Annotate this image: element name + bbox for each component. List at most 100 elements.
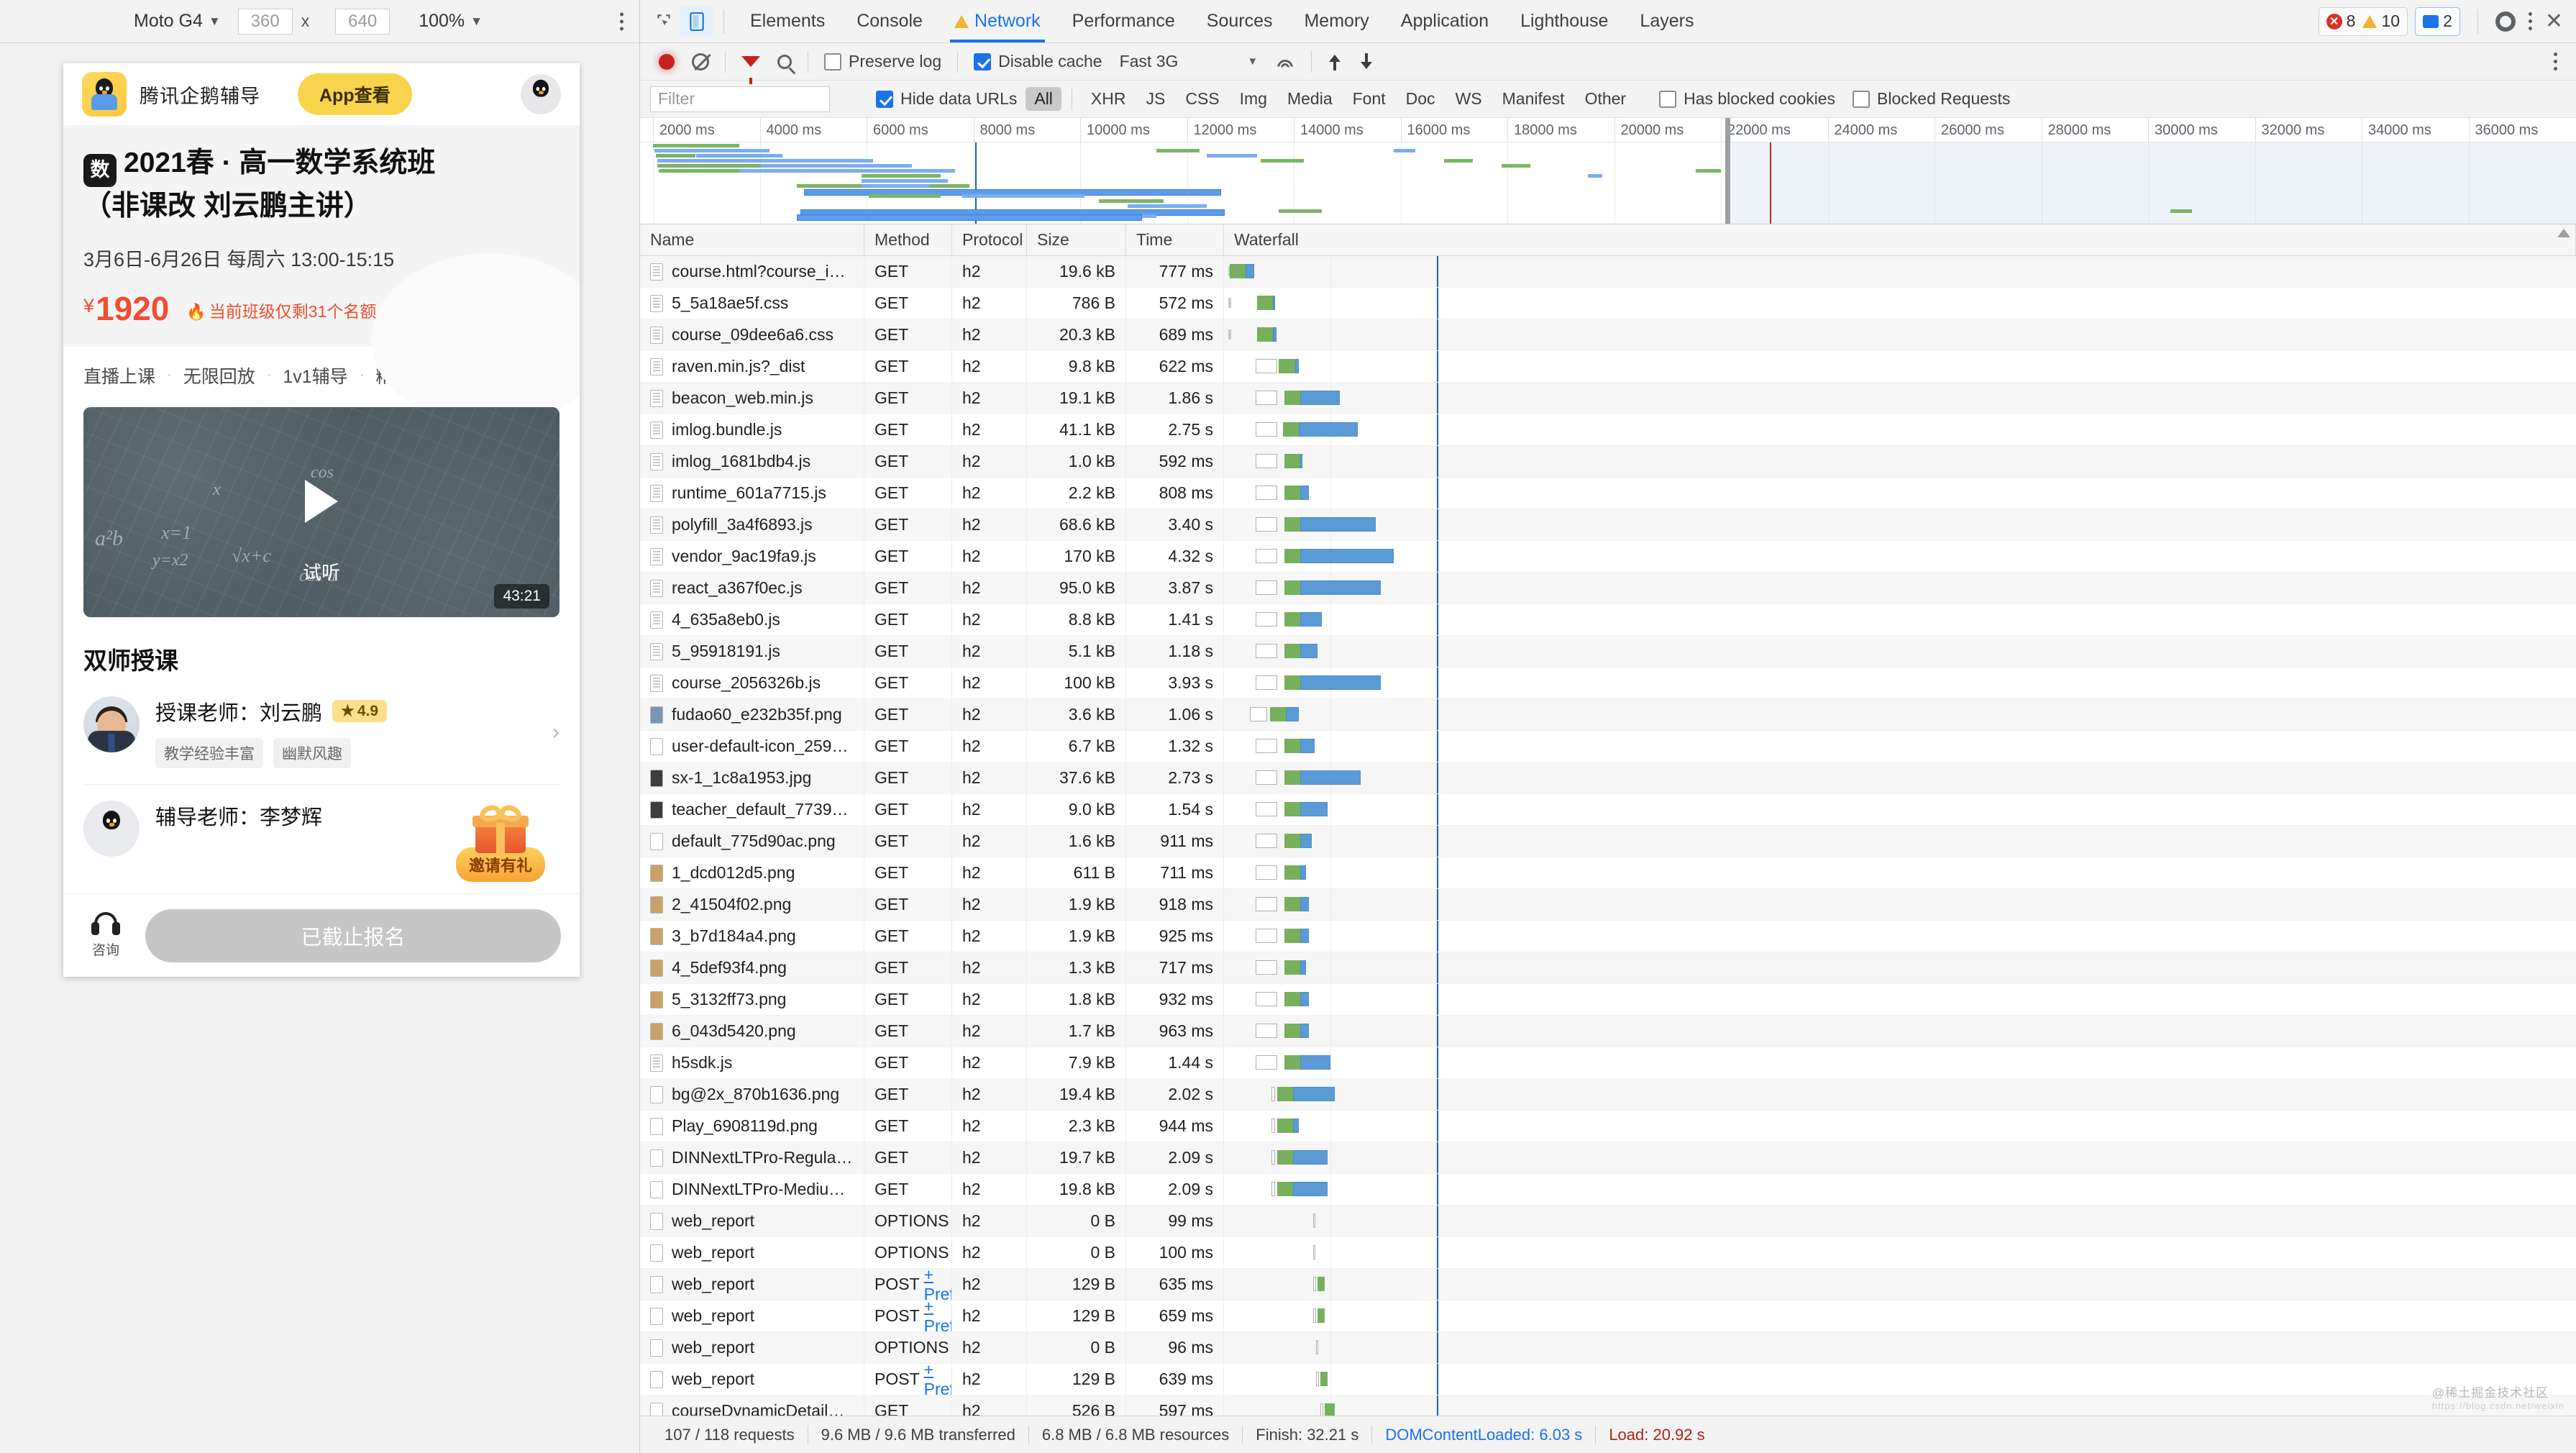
video-preview[interactable]: a²b x=1 y=x2 √x+c cos cos²a x 试听 43:21 (83, 406, 559, 617)
table-row[interactable]: vendor_9ac19fa9.js GET h2 170 kB 4.32 s (640, 541, 2576, 573)
message-counter[interactable]: 2 (2415, 6, 2460, 36)
column-header-name[interactable]: Name (640, 224, 864, 255)
has-blocked-cookies-checkbox[interactable]: Has blocked cookies (1650, 89, 1844, 109)
table-row[interactable]: 4_5def93f4.png GET h2 1.3 kB 717 ms (640, 952, 2576, 984)
filter-type-other[interactable]: Other (1576, 87, 1635, 111)
filter-type-doc[interactable]: Doc (1397, 87, 1444, 111)
table-row[interactable]: bg@2x_870b1636.png GET h2 19.4 kB 2.02 s (640, 1079, 2576, 1111)
tab-network[interactable]: Network (938, 0, 1056, 42)
table-row[interactable]: 5_95918191.js GET h2 5.1 kB 1.18 s (640, 636, 2576, 668)
table-row[interactable]: web_report OPTIONS h2 0 B 99 ms (640, 1206, 2576, 1237)
filter-type-css[interactable]: CSS (1177, 87, 1228, 111)
tab-lighthouse[interactable]: Lighthouse (1504, 0, 1624, 42)
filter-toggle-button[interactable] (733, 56, 769, 84)
gear-icon[interactable] (2495, 11, 2516, 32)
table-row[interactable]: h5sdk.js GET h2 7.9 kB 1.44 s (640, 1047, 2576, 1079)
device-more-options-icon[interactable] (620, 12, 624, 30)
tab-elements[interactable]: Elements (734, 0, 841, 42)
table-row[interactable]: react_a367f0ec.js GET h2 95.0 kB 3.87 s (640, 573, 2576, 604)
timeline-selection-handle[interactable] (1725, 118, 1730, 224)
preflight-link[interactable]: + Preflight (924, 1269, 951, 1300)
table-row[interactable]: Play_6908119d.png GET h2 2.3 kB 944 ms (640, 1111, 2576, 1142)
enroll-button[interactable]: 已截止报名 (145, 908, 561, 962)
import-har-button[interactable] (1319, 53, 1351, 70)
tab-layers[interactable]: Layers (1624, 0, 1709, 42)
toggle-device-toolbar-icon[interactable] (680, 6, 713, 37)
table-row[interactable]: course.html?course_id=249141 GET h219.6 kB… (640, 256, 2576, 288)
devtools-more-options-icon[interactable] (2528, 12, 2532, 30)
close-icon[interactable]: ✕ (2545, 10, 2563, 32)
inspect-element-icon[interactable] (647, 6, 680, 37)
table-row[interactable]: 1_dcd012d5.png GET h2 611 B 711 ms (640, 857, 2576, 889)
teacher-main-row[interactable]: 授课老师：刘云鹏 ★ 4.9 教学经验丰富 幽默风趣 › (63, 680, 580, 784)
filter-type-js[interactable]: JS (1137, 87, 1174, 111)
table-row[interactable]: web_report POST+ Preflighth2129 B659 ms (640, 1301, 2576, 1332)
table-row[interactable]: web_report POST+ Preflighth2129 B639 ms (640, 1364, 2576, 1395)
table-row[interactable]: fudao60_e232b35f.png GET h2 3.6 kB 1.06 s (640, 699, 2576, 731)
filter-type-all[interactable]: All (1026, 87, 1061, 111)
blocked-requests-checkbox[interactable]: Blocked Requests (1844, 89, 2019, 109)
table-row[interactable]: user-default-icon_2590557d.png GET h26.7 k… (640, 731, 2576, 762)
search-button[interactable] (769, 54, 800, 69)
tab-application[interactable]: Application (1385, 0, 1504, 42)
table-row[interactable]: web_report OPTIONS h2 0 B 100 ms (640, 1237, 2576, 1269)
hide-data-urls-checkbox[interactable]: Hide data URLs (867, 89, 1026, 109)
table-row[interactable]: 3_b7d184a4.png GET h2 1.9 kB 925 ms (640, 921, 2576, 952)
filter-input[interactable]: Filter (650, 86, 830, 112)
scroll-up-icon[interactable] (2557, 229, 2570, 237)
table-row[interactable]: DINNextLTPro-Medium_5d71d066.ttf GET h219.… (640, 1174, 2576, 1206)
viewport-height-input[interactable]: 640 (335, 8, 390, 35)
table-row[interactable]: sx-1_1c8a1953.jpg GET h2 37.6 kB 2.73 s (640, 762, 2576, 794)
table-row[interactable]: runtime_601a7715.js GET h2 2.2 kB 808 ms (640, 478, 2576, 509)
table-row[interactable]: raven.min.js?_dist GET h2 9.8 kB 622 ms (640, 351, 2576, 383)
column-header-size[interactable]: Size (1027, 224, 1126, 255)
zoom-selector[interactable]: 100% ▼ (419, 11, 483, 32)
preserve-log-checkbox[interactable]: Preserve log (816, 52, 950, 71)
table-row[interactable]: 5_3132ff73.png GET h2 1.8 kB 932 ms (640, 984, 2576, 1016)
column-header-time[interactable]: Time (1126, 224, 1224, 255)
tab-performance[interactable]: Performance (1056, 0, 1191, 42)
table-row[interactable]: beacon_web.min.js GET h2 19.1 kB 1.86 s (640, 383, 2576, 414)
network-settings-icon[interactable] (2554, 53, 2557, 70)
record-button[interactable] (650, 53, 683, 70)
tab-console[interactable]: Console (841, 0, 938, 42)
filter-type-media[interactable]: Media (1279, 87, 1341, 111)
play-icon[interactable] (305, 480, 338, 524)
issue-counters[interactable]: ✕ 8 10 (2318, 6, 2408, 36)
invite-gift-badge[interactable]: 邀请有礼 (455, 802, 545, 882)
tab-sources[interactable]: Sources (1191, 0, 1289, 42)
table-row[interactable]: polyfill_3a4f6893.js GET h2 68.6 kB 3.40 s (640, 509, 2576, 541)
table-row[interactable]: courseDynamicDetail?_cache=1&bkn=&cid=24… (640, 1395, 2576, 1416)
viewport-width-input[interactable]: 360 (237, 8, 293, 35)
clear-button[interactable] (683, 53, 718, 70)
chevron-right-icon[interactable]: › (552, 720, 559, 744)
consult-button[interactable]: 咨询 (82, 912, 129, 959)
table-row[interactable]: teacher_default_77392907.png GET h29.0 kB1… (640, 794, 2576, 826)
table-row[interactable]: course_09dee6a6.css GET h2 20.3 kB 689 ms (640, 319, 2576, 351)
filter-type-manifest[interactable]: Manifest (1494, 87, 1574, 111)
table-row[interactable]: default_775d90ac.png GET h2 1.6 kB 911 ms (640, 826, 2576, 857)
filter-type-img[interactable]: Img (1231, 87, 1276, 111)
timeline-selection[interactable] (1730, 142, 2576, 224)
avatar[interactable] (521, 74, 561, 114)
filter-type-font[interactable]: Font (1344, 87, 1394, 111)
table-row[interactable]: web_report POST+ Preflighth2129 B635 ms (640, 1269, 2576, 1301)
column-header-waterfall[interactable]: Waterfall (1224, 224, 2576, 255)
disable-cache-checkbox[interactable]: Disable cache (965, 52, 1110, 71)
network-overview-timeline[interactable]: 2000 ms 4000 ms 6000 ms 8000 ms 10000 ms 1200… (640, 118, 2576, 224)
filter-type-ws[interactable]: WS (1447, 87, 1491, 111)
filter-type-xhr[interactable]: XHR (1082, 87, 1135, 111)
preflight-link[interactable]: + Preflight (924, 1301, 951, 1331)
tab-memory[interactable]: Memory (1288, 0, 1384, 42)
table-row[interactable]: 6_043d5420.png GET h2 1.7 kB 963 ms (640, 1016, 2576, 1047)
column-header-method[interactable]: Method (864, 224, 952, 255)
throttling-selector[interactable]: Fast 3G ▼ (1111, 52, 1267, 71)
column-header-protocol[interactable]: Protocol (952, 224, 1027, 255)
table-row[interactable]: web_report OPTIONS h2 0 B 96 ms (640, 1332, 2576, 1364)
network-conditions-button[interactable] (1266, 54, 1304, 70)
table-row[interactable]: 5_5a18ae5f.css GET h2 786 B 572 ms (640, 288, 2576, 319)
device-selector[interactable]: Moto G4 ▼ (134, 11, 221, 32)
table-row[interactable]: 4_635a8eb0.js GET h2 8.8 kB 1.41 s (640, 604, 2576, 636)
export-har-button[interactable] (1351, 53, 1382, 70)
table-row[interactable]: imlog_1681bdb4.js GET h2 1.0 kB 592 ms (640, 446, 2576, 478)
